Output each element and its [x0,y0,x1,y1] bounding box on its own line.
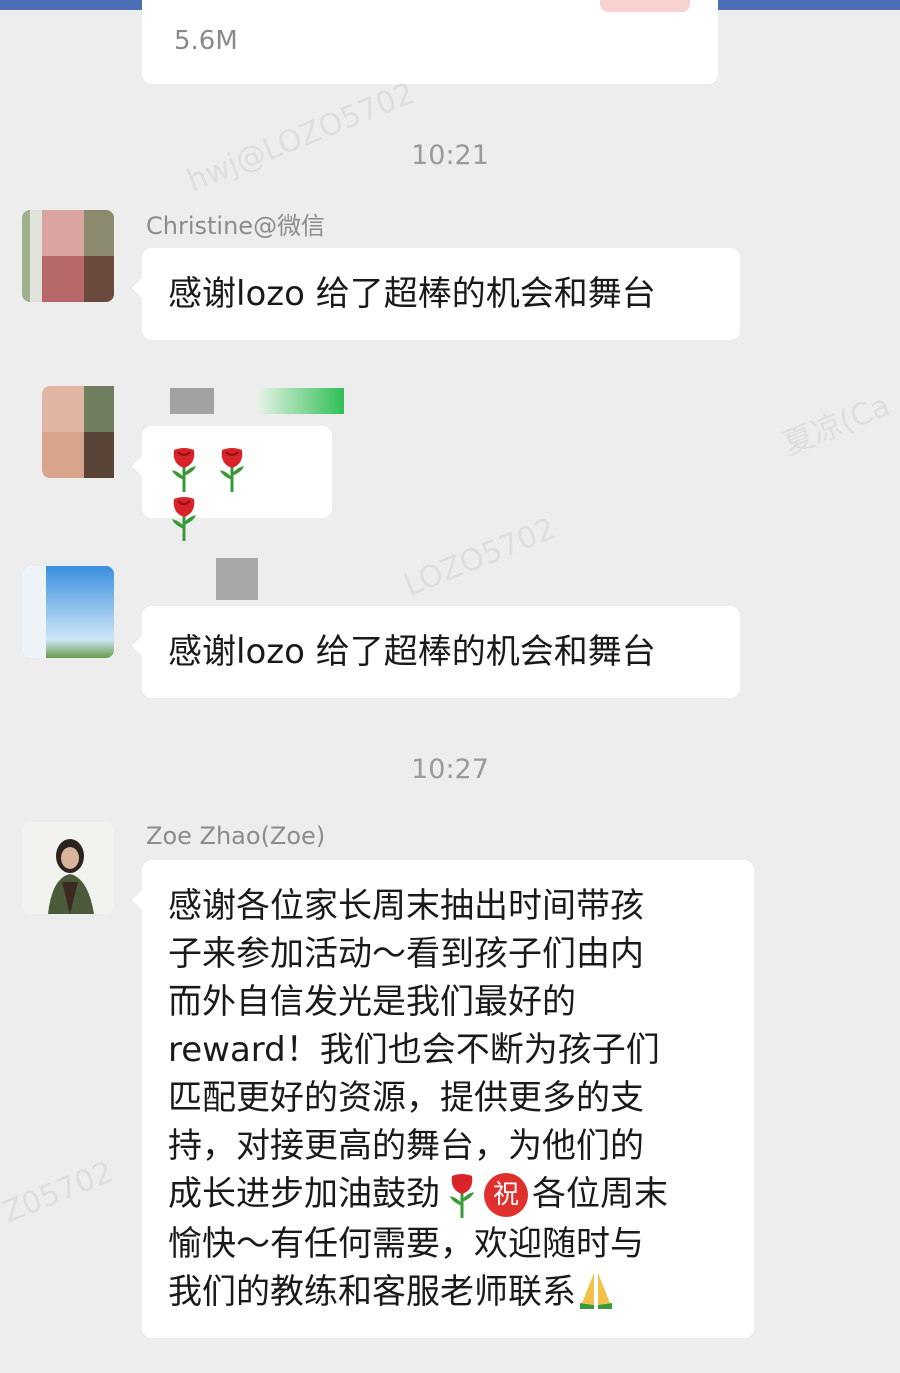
message-line: 感谢各位家长周末抽出时间带孩 [168,886,644,926]
sender-name: Christine@微信 [146,212,326,240]
redacted-name [258,388,344,414]
redacted-name [170,388,214,414]
message-bubble[interactable]: 感谢各位家长周末抽出时间带孩 子来参加活动～看到孩子们由内 而外自信发光是我们最… [132,860,754,1338]
bubble-tail [132,456,142,476]
message-bubble[interactable]: 感谢lozo 给了超棒的机会和舞台 [132,606,740,698]
watermark: 夏凉(Ca [778,388,895,463]
message-line: 我们的教练和客服老师联系 [168,1268,728,1316]
message-text: 感谢lozo 给了超棒的机会和舞台 [168,632,656,672]
timestamp: 10:21 [411,140,489,171]
message-line: reward！我们也会不断为孩子们 [168,1030,660,1070]
sender-name: Zoe Zhao(Zoe) [146,822,326,850]
timestamp: 10:27 [411,754,489,785]
message-line: 愉快～有任何需要，欢迎随时与 [168,1223,644,1264]
file-size: 5.6M [174,26,238,56]
message-text: 我们的教练和客服老师联系 [168,1271,576,1312]
bubble-tail [132,636,142,656]
file-card-accent [600,0,690,12]
bubble-tail [132,890,142,910]
watermark: hwj@LOZO5702 [182,76,420,199]
watermark: LOZO5702 [399,511,561,604]
message-line: 而外自信发光是我们最好的 [168,982,576,1022]
file-message-card[interactable]: 5.6M [142,0,718,84]
rose-icon [172,447,196,492]
avatar[interactable] [22,210,114,302]
pray-icon [580,1272,612,1309]
message-line: 子来参加活动～看到孩子们由内 [168,934,644,974]
rose-icon [172,497,196,541]
rose-icon [220,447,244,492]
avatar-image [22,566,114,658]
avatar-image [22,210,114,302]
message-text: 感谢lozo 给了超棒的机会和舞台 [168,274,656,314]
message-line: 持，对接更高的舞台，为他们的 [168,1126,644,1166]
message-text: 各位周末 [532,1174,668,1214]
bubble-tail [132,278,142,298]
message-bubble[interactable] [132,426,332,541]
watermark: Z05702 [0,1154,119,1231]
rose-icon [450,1173,474,1218]
redacted-name [216,558,258,600]
message-bubble[interactable]: 感谢lozo 给了超棒的机会和舞台 [132,248,740,340]
avatar[interactable] [22,822,114,914]
avatar[interactable] [22,566,114,658]
message-line: 成长进步加油鼓劲 祝各位周末 [168,1170,728,1220]
congrats-badge-icon: 祝 [484,1173,528,1217]
avatar-image [42,386,114,478]
message-text: 成长进步加油鼓劲 [168,1174,440,1214]
message-line: 匹配更好的资源，提供更多的支 [168,1078,644,1118]
avatar[interactable] [42,386,134,478]
avatar-image [22,822,114,914]
